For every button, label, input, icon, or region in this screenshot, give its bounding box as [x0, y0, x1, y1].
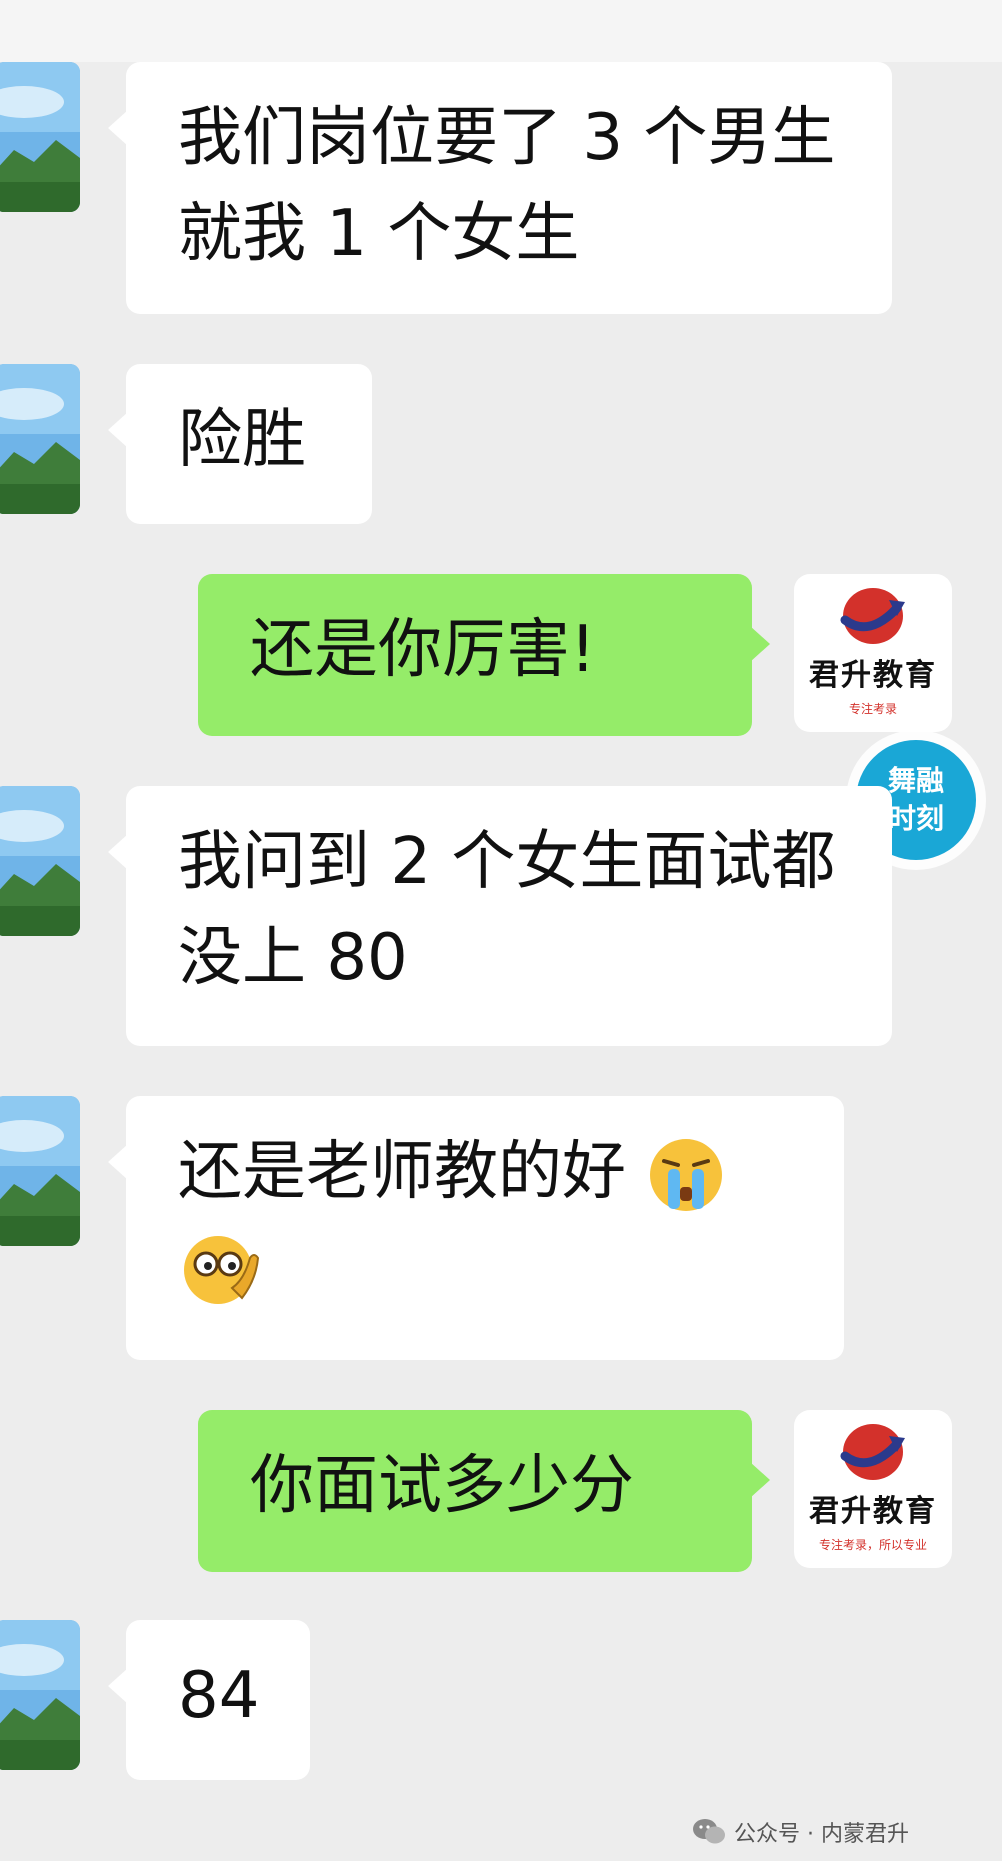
message-text: 我问到 2 个女生面试都没上 80	[178, 825, 836, 995]
overlay-line-1: 舞融	[887, 764, 944, 797]
landscape-icon	[0, 786, 80, 936]
landscape-icon	[0, 1096, 80, 1246]
message-bubble[interactable]: 我们岗位要了 3 个男生 就我 1 个女生	[108, 62, 892, 314]
overlay-line-2: 时刻	[887, 802, 944, 835]
message-text: 还是你厉害!	[250, 613, 596, 687]
message-bubble-self[interactable]: 你面试多少分	[198, 1410, 770, 1572]
contact-avatar[interactable]	[0, 786, 80, 936]
message-text: 你面试多少分	[250, 1449, 634, 1523]
message-text: 还是老师教的好	[178, 1135, 626, 1209]
message-text: 84	[178, 1659, 260, 1733]
message-bubble-self[interactable]: 还是你厉害!	[198, 574, 770, 736]
message-text: 我们岗位要了 3 个男生 就我 1 个女生	[178, 101, 836, 271]
contact-avatar[interactable]	[0, 62, 80, 212]
footer-text: 公众号 · 内蒙君升	[734, 1822, 909, 1847]
contact-avatar[interactable]	[0, 1620, 80, 1770]
message-text: 险胜	[178, 403, 306, 477]
brand-name: 君升教育	[809, 1494, 937, 1529]
brand-slogan: 专注考录，所以专业	[818, 1538, 927, 1552]
contact-avatar[interactable]	[0, 364, 80, 514]
brand-slogan: 专注考录	[848, 702, 897, 716]
self-avatar[interactable]: 君升教育 专注考录	[794, 574, 952, 732]
landscape-icon	[0, 1620, 80, 1770]
message-bubble[interactable]: 还是老师教的好	[108, 1096, 844, 1360]
message-bubble[interactable]: 险胜	[108, 364, 372, 524]
message-bubble[interactable]: 84	[108, 1620, 310, 1780]
self-avatar[interactable]: 君升教育 专注考录，所以专业	[794, 1410, 952, 1568]
contact-avatar[interactable]	[0, 1096, 80, 1246]
landscape-icon	[0, 364, 80, 514]
peeking-face-icon	[184, 1236, 260, 1305]
brand-name: 君升教育	[809, 658, 937, 693]
message-bubble[interactable]: 我问到 2 个女生面试都没上 80	[108, 786, 892, 1046]
crying-face-icon	[650, 1139, 723, 1212]
footer-watermark: 公众号 · 内蒙君升	[692, 1812, 909, 1852]
brand-logo-icon	[840, 588, 905, 644]
brand-logo-icon	[840, 1424, 905, 1480]
top-strip	[0, 0, 1002, 62]
landscape-icon	[0, 62, 80, 212]
wechat-icon	[693, 1819, 725, 1844]
